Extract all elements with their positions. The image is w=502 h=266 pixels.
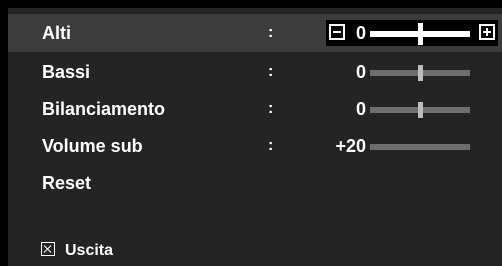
menu-item-bassi[interactable]: Bassi : 0 [8,53,502,91]
slider-thumb[interactable] [418,65,423,81]
menu-item-separator: : [268,63,274,80]
close-icon [41,242,55,256]
slider-thumb[interactable] [418,23,423,45]
audio-menu: Alti : 0 Bassi : 0 Bilanciamento : 0 Vol… [8,8,502,266]
menu-item-value: +20 [335,136,366,156]
menu-item-value: 0 [355,23,366,43]
menu-item-label: Bassi [42,62,91,82]
exit-button[interactable]: Uscita [41,241,113,261]
menu-item-separator: : [268,137,274,154]
menu-item-label: Volume sub [42,136,143,156]
menu-item-alti[interactable]: Alti : 0 [8,14,502,52]
menu-item-volume-sub[interactable]: Volume sub : +20 [8,127,502,165]
menu-item-label: Reset [42,173,92,193]
subwoofer-volume-slider[interactable] [370,144,470,150]
treble-slider[interactable] [370,23,470,45]
exit-label: Uscita [65,242,114,259]
menu-item-label: Alti [42,23,71,43]
menu-item-value: 0 [355,99,366,119]
audio-settings-panel: Alti : 0 Bassi : 0 Bilanciamento : 0 Vol… [0,0,502,266]
menu-item-bilanciamento[interactable]: Bilanciamento : 0 [8,90,502,128]
slider-thumb[interactable] [418,102,423,118]
menu-item-reset[interactable]: Reset [8,164,502,202]
bass-slider[interactable] [370,65,470,81]
menu-item-value: 0 [355,62,366,82]
menu-item-separator: : [268,24,274,41]
menu-item-label: Bilanciamento [42,99,166,119]
slider-track [370,144,470,150]
menu-item-separator: : [268,100,274,117]
plus-icon[interactable] [479,24,495,40]
balance-slider[interactable] [370,102,470,118]
